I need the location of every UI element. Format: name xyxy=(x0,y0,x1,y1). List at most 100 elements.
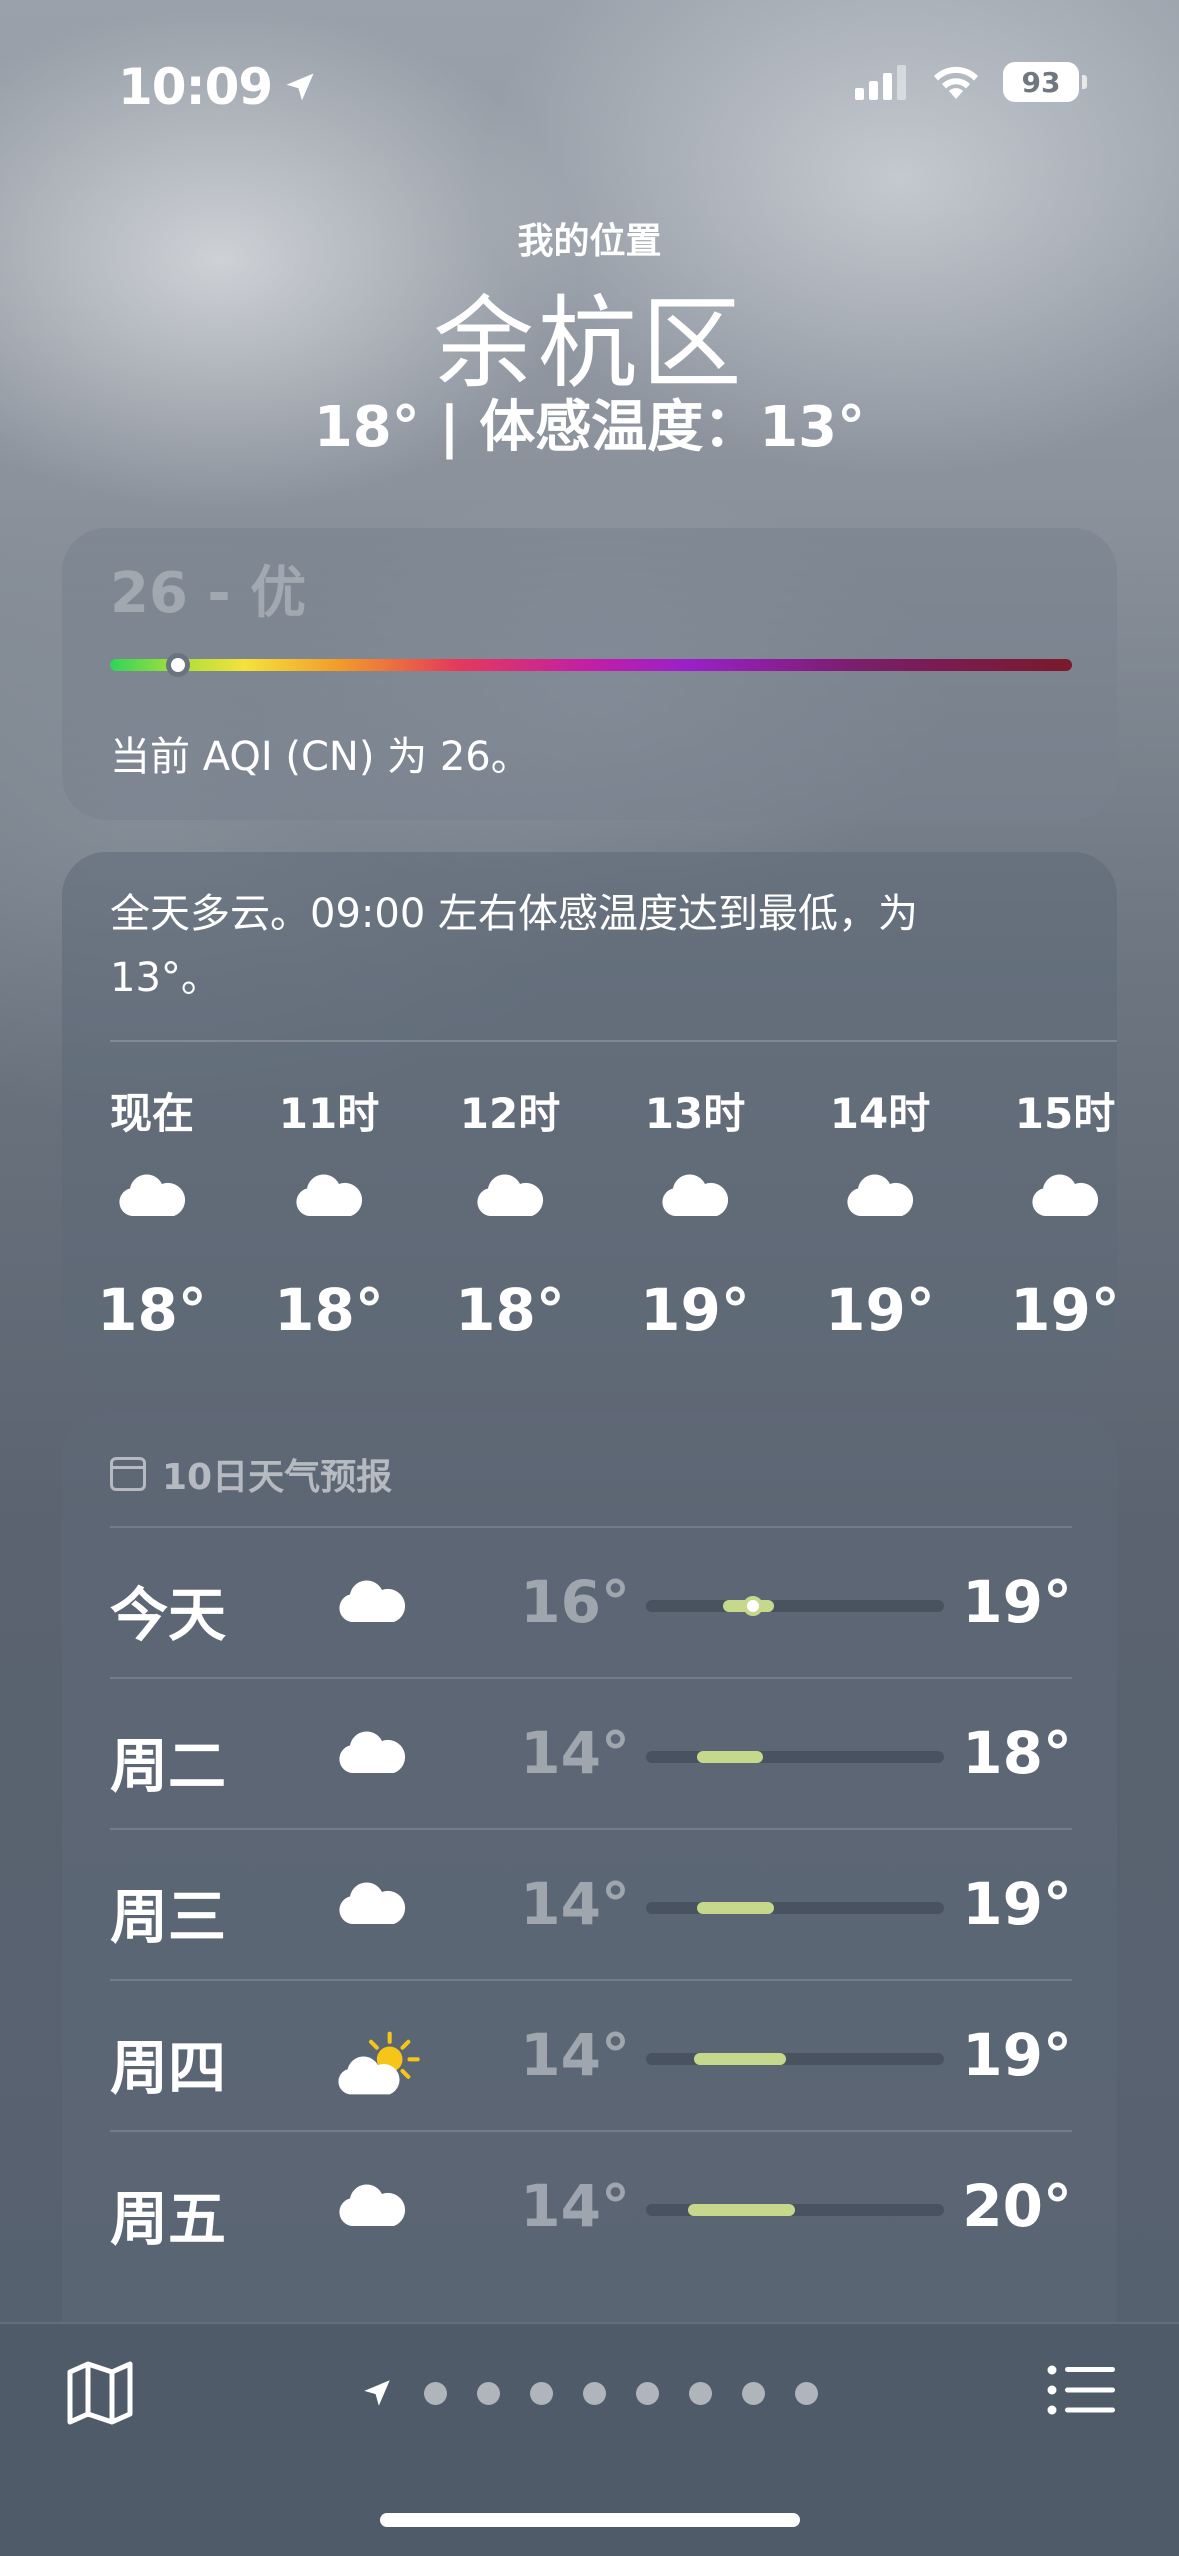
page-dot[interactable] xyxy=(689,2381,712,2405)
temp-range-bar xyxy=(646,1596,944,1616)
day-low-temp: 14° xyxy=(520,1870,630,1938)
page-dot[interactable] xyxy=(636,2381,659,2405)
temp-range-bar xyxy=(646,1751,944,1763)
hour-item: 15时 19° xyxy=(995,1080,1117,1344)
cloud-icon xyxy=(296,1174,363,1216)
day-high-temp: 20° xyxy=(962,2172,1072,2240)
aqi-scale-bar xyxy=(110,659,1072,671)
hour-icon-wrap xyxy=(810,1172,950,1232)
cloud-icon xyxy=(477,1174,544,1216)
temp-range-bar xyxy=(646,2204,944,2216)
day-name: 周二 xyxy=(110,1732,227,1800)
aqi-description: 当前 AQI (CN) 为 26。 xyxy=(110,734,531,780)
daily-row[interactable]: 周二 14° 18° xyxy=(110,1677,1072,1828)
cloud-icon xyxy=(339,1731,406,1773)
temp-range-bar xyxy=(646,2053,944,2065)
cloud-icon xyxy=(1032,1174,1099,1216)
wifi-icon xyxy=(934,66,978,99)
day-high-temp: 18° xyxy=(962,1719,1072,1787)
hour-item: 现在 18° xyxy=(82,1080,222,1344)
partly-sunny-icon xyxy=(338,2031,420,2095)
day-low-temp: 14° xyxy=(520,2021,630,2089)
day-name: 周四 xyxy=(110,2034,227,2102)
cloud-icon xyxy=(119,1174,186,1216)
day-high-temp: 19° xyxy=(962,1870,1072,1938)
aqi-value: 26 - 优 xyxy=(110,561,307,626)
battery-level: 93 xyxy=(1021,65,1061,99)
temp-range-fill xyxy=(697,1902,774,1914)
day-icon-wrap xyxy=(336,1729,408,1778)
temp-range-fill xyxy=(694,2053,786,2065)
calendar-icon xyxy=(110,1457,146,1491)
page-dot[interactable] xyxy=(583,2381,606,2405)
day-icon-wrap xyxy=(336,1880,408,1929)
hour-temp: 18° xyxy=(455,1276,565,1344)
aqi-card[interactable]: 26 - 优 当前 AQI (CN) 为 26。 xyxy=(62,528,1117,820)
signal-icon xyxy=(855,65,906,100)
current-temp-dot xyxy=(743,1596,763,1616)
status-time-text: 10:09 xyxy=(118,58,273,116)
hour-temp: 19° xyxy=(825,1276,935,1344)
temp-range-fill xyxy=(688,2204,795,2216)
location-arrow-icon xyxy=(286,73,314,101)
temp-range-fill xyxy=(697,1751,763,1763)
cloud-icon xyxy=(339,2184,406,2226)
daily-row[interactable]: 今天 16° 19° xyxy=(110,1526,1072,1677)
daily-row[interactable]: 周三 14° 19° xyxy=(110,1828,1072,1979)
hour-label: 12时 xyxy=(459,1089,561,1138)
daily-row[interactable]: 周五 14° 20° xyxy=(110,2130,1072,2281)
day-name: 周三 xyxy=(110,1883,227,1951)
day-icon-wrap xyxy=(336,2182,408,2231)
hour-icon-wrap xyxy=(82,1172,222,1232)
hour-label: 11时 xyxy=(278,1089,380,1138)
day-low-temp: 16° xyxy=(520,1568,630,1636)
map-icon[interactable] xyxy=(64,2356,136,2428)
hour-item: 11时 18° xyxy=(259,1080,399,1344)
cloud-icon xyxy=(847,1174,914,1216)
day-low-temp: 14° xyxy=(520,2172,630,2240)
day-high-temp: 19° xyxy=(962,2021,1072,2089)
location-label: 我的位置 xyxy=(517,221,662,262)
daily-forecast-header: 10日天气预报 xyxy=(110,1448,392,1500)
page-dot[interactable] xyxy=(424,2381,447,2405)
hour-label: 13时 xyxy=(644,1089,746,1138)
daily-forecast-card[interactable]: 10日天气预报 今天 16° 19° 周二 14° 18° 周三 14° 19° 周四 14° 19°… xyxy=(62,1414,1117,2414)
hour-icon-wrap xyxy=(625,1172,765,1232)
page-dot[interactable] xyxy=(477,2381,500,2405)
day-name: 周五 xyxy=(110,2185,227,2253)
cloud-icon xyxy=(339,1882,406,1924)
hour-item: 14时 19° xyxy=(810,1080,950,1344)
day-icon-wrap xyxy=(336,1578,408,1627)
page-dot[interactable] xyxy=(795,2381,818,2405)
temp-range-bar xyxy=(646,1902,944,1914)
hour-icon-wrap xyxy=(259,1172,399,1232)
day-icon-wrap xyxy=(336,2031,420,2101)
status-time: 10:09 xyxy=(118,58,318,116)
hour-temp: 18° xyxy=(274,1276,384,1344)
page-dot[interactable] xyxy=(530,2381,553,2405)
home-indicator[interactable] xyxy=(380,2513,800,2527)
day-low-temp: 14° xyxy=(520,1719,630,1787)
aqi-indicator xyxy=(166,653,190,677)
hour-label: 14时 xyxy=(829,1089,931,1138)
hourly-summary: 全天多云。09:00 左右体感温度达到最低，为 13°。 xyxy=(110,891,918,1001)
page-indicator[interactable] xyxy=(360,2376,818,2410)
day-high-temp: 19° xyxy=(962,1568,1072,1636)
hour-icon-wrap xyxy=(995,1172,1117,1232)
list-icon[interactable] xyxy=(1047,2364,1115,2416)
hour-icon-wrap xyxy=(440,1172,580,1232)
page-dot[interactable] xyxy=(742,2381,765,2405)
current-temperature: 18° | 体感温度：13° xyxy=(313,395,866,460)
hour-temp: 18° xyxy=(97,1276,207,1344)
cloud-icon xyxy=(339,1580,406,1622)
cloud-icon xyxy=(662,1174,729,1216)
hour-item: 12时 18° xyxy=(440,1080,580,1344)
daily-forecast-title: 10日天气预报 xyxy=(162,1457,393,1498)
day-name: 今天 xyxy=(110,1581,227,1649)
hour-label: 现在 xyxy=(109,1089,194,1138)
hourly-forecast-card[interactable]: 全天多云。09:00 左右体感温度达到最低，为 13°。 现在 18° 11时 18°… xyxy=(62,852,1117,1384)
daily-row[interactable]: 周四 14° 19° xyxy=(110,1979,1072,2130)
location-arrow-icon[interactable] xyxy=(360,2376,394,2410)
hour-item: 13时 19° xyxy=(625,1080,765,1344)
status-icons: 93 xyxy=(855,62,1087,102)
